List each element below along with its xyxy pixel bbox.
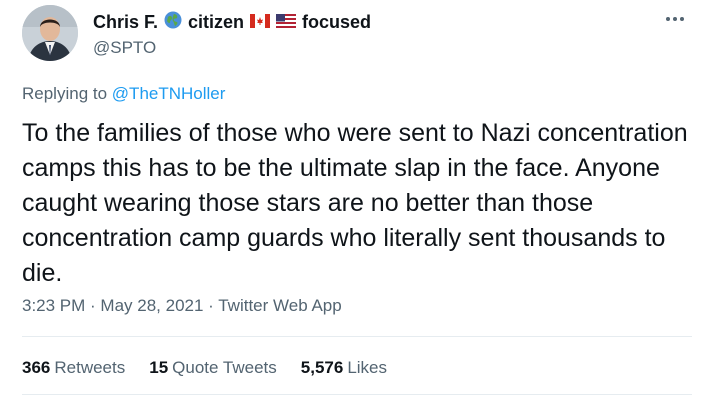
likes-count: 5,576 bbox=[300, 358, 344, 377]
quote-tweets-label: Quote Tweets bbox=[172, 358, 277, 377]
more-dot bbox=[680, 17, 684, 21]
author-name[interactable]: Chris F. bbox=[93, 12, 158, 33]
replying-to: Replying to @TheTNHoller bbox=[22, 84, 225, 104]
globe-icon bbox=[164, 11, 182, 34]
author-name-line[interactable]: Chris F. citizen focused bbox=[93, 11, 371, 34]
retweets-label: Retweets bbox=[54, 358, 126, 377]
likes-stat[interactable]: 5,576 Likes bbox=[301, 358, 387, 378]
canada-flag-icon bbox=[250, 12, 271, 33]
divider bbox=[22, 336, 692, 337]
quote-tweets-count: 15 bbox=[149, 358, 169, 377]
retweets-stat[interactable]: 366 Retweets bbox=[22, 358, 125, 378]
reply-mention-link[interactable]: @TheTNHoller bbox=[112, 84, 226, 103]
more-dot bbox=[673, 17, 677, 21]
avatar[interactable] bbox=[22, 5, 78, 61]
tweet-timestamp[interactable]: 3:23 PM · May 28, 2021 · Twitter Web App bbox=[22, 296, 342, 316]
divider bbox=[22, 394, 692, 395]
us-flag-icon bbox=[276, 12, 297, 33]
quote-tweets-stat[interactable]: 15 Quote Tweets bbox=[149, 358, 277, 378]
engagement-stats: 366 Retweets 15 Quote Tweets 5,576 Likes bbox=[22, 358, 387, 378]
likes-label: Likes bbox=[347, 358, 387, 377]
author-handle[interactable]: @SPTO bbox=[93, 38, 156, 58]
bio-word-citizen: citizen bbox=[188, 12, 245, 32]
tweet-text: To the families of those who were sent t… bbox=[22, 119, 688, 287]
bio-word-focused: focused bbox=[302, 12, 372, 32]
more-dot bbox=[666, 17, 670, 21]
more-options-icon[interactable] bbox=[666, 15, 688, 23]
tweet-header: Chris F. citizen focused @SPTO bbox=[22, 5, 692, 65]
retweets-count: 366 bbox=[22, 358, 51, 377]
replying-to-prefix: Replying to bbox=[22, 84, 108, 103]
